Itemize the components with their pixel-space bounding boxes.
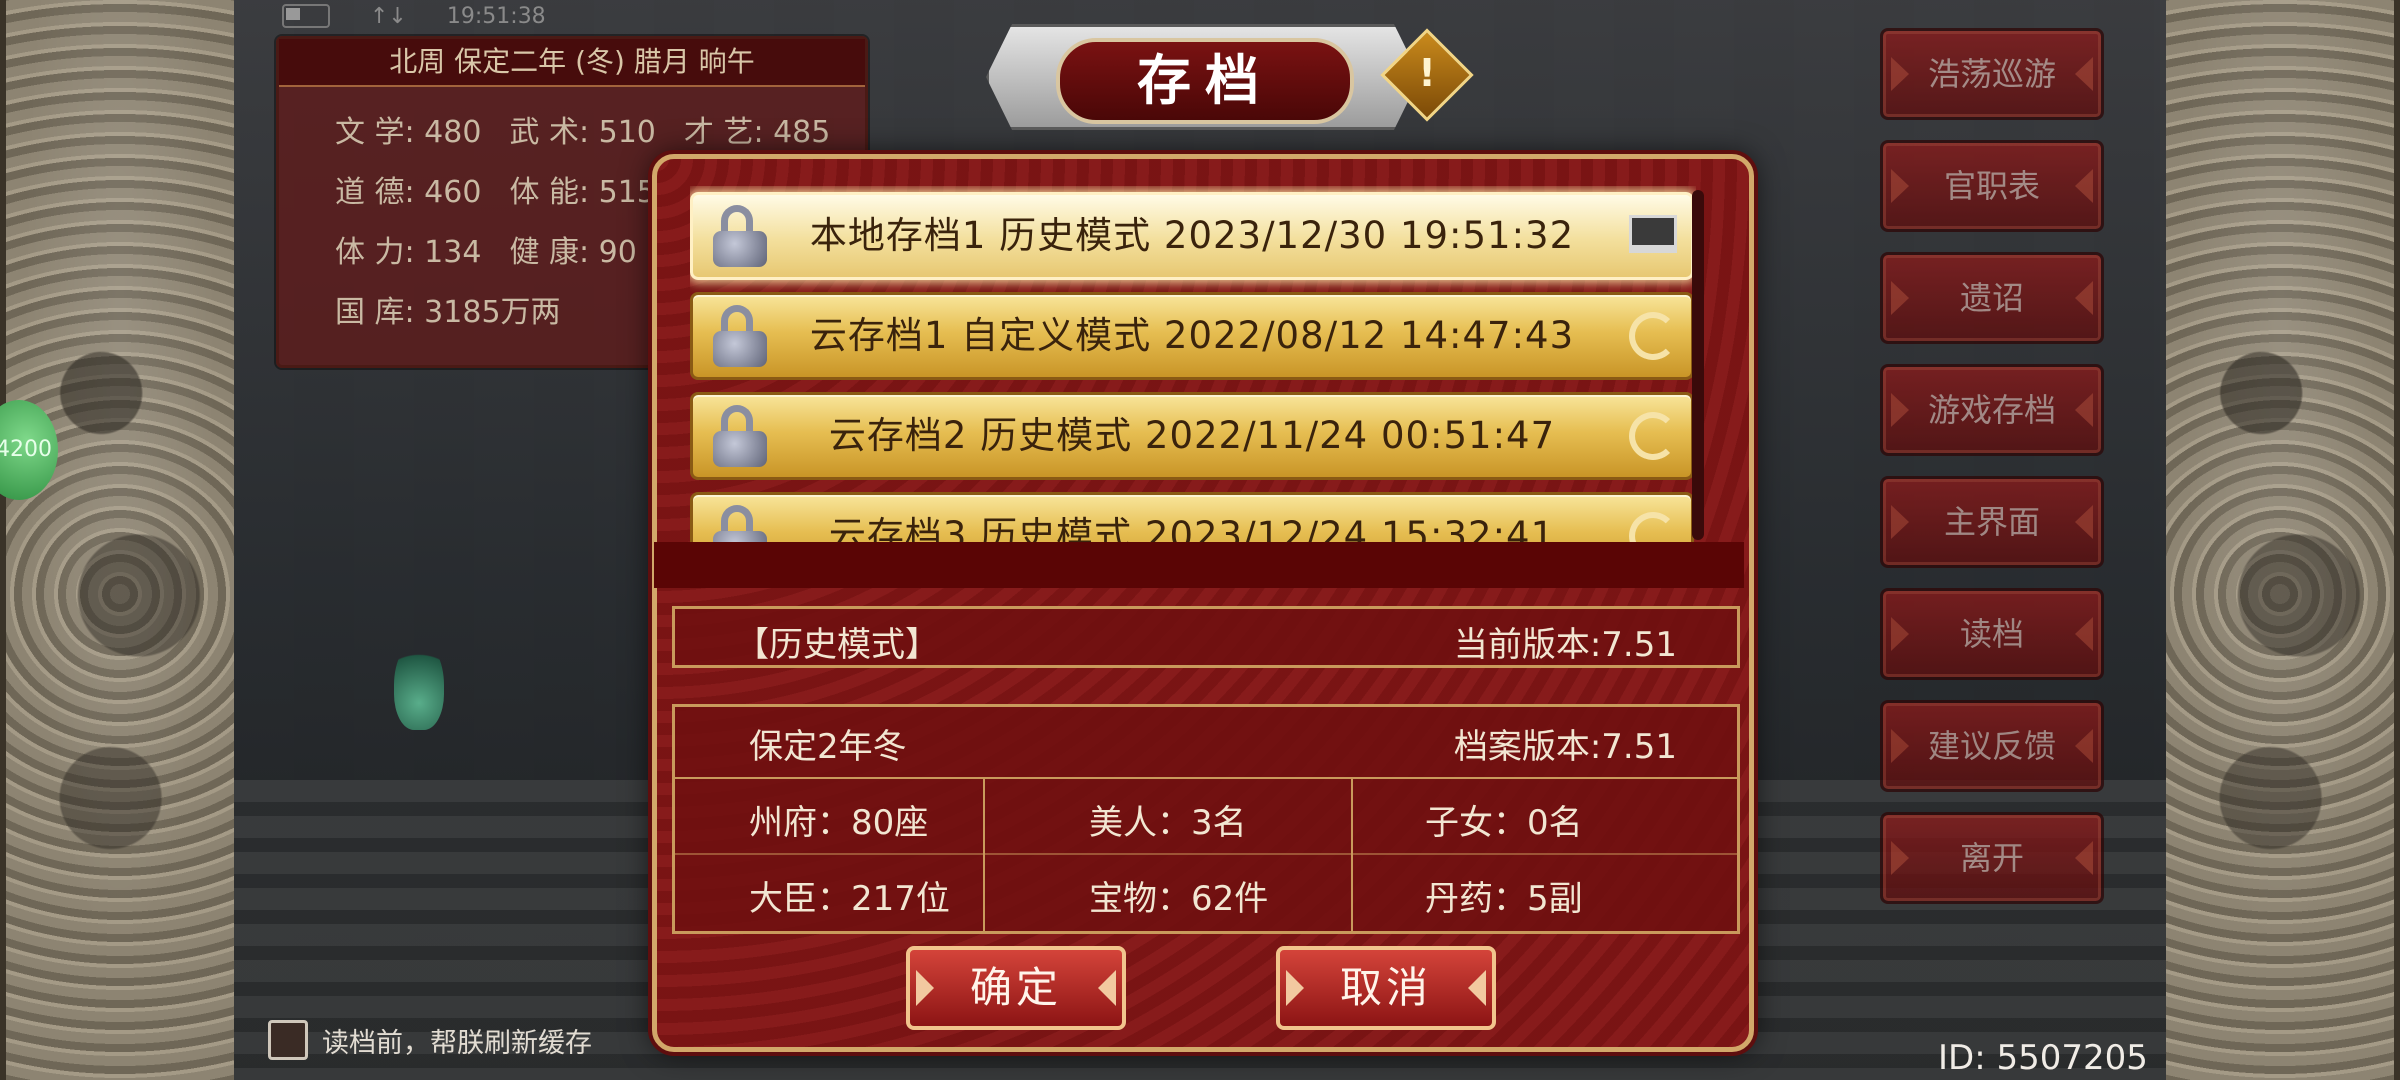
cloud-swirl-icon (1629, 312, 1677, 360)
save-slot-cloud-1[interactable]: 云存档1 自定义模式 2022/08/12 14:47:43 (690, 292, 1694, 380)
unlocked-padlock-icon (711, 205, 769, 267)
menu-main-screen-button[interactable]: 主界面 (1880, 476, 2104, 568)
dialog-divider-band (654, 542, 1744, 588)
stat-morality: 道 德: 460 (335, 175, 482, 210)
menu-tour-button[interactable]: 浩荡巡游 (1880, 28, 2104, 120)
stat-treasury: 国 库: 3185万两 (335, 295, 561, 330)
menu-official-ranks-button[interactable]: 官职表 (1880, 140, 2104, 232)
status-bar: ↑↓ 19:51:38 (282, 2, 546, 30)
save-slot-label: 云存档3 历史模式 2023/12/24 15:32:41 (828, 514, 1556, 542)
cloud-swirl-icon (1629, 412, 1677, 460)
save-slot-label: 本地存档1 历史模式 2023/12/30 19:51:32 (809, 214, 1575, 257)
stats-row-2: 道 德: 460 体 能: 515 (335, 167, 656, 211)
save-version: 档案版本:7.51 (1453, 727, 1677, 767)
save-slot-cloud-2[interactable]: 云存档2 历史模式 2022/11/24 00:51:47 (690, 392, 1694, 480)
slot-list-scrollbar[interactable] (1692, 190, 1704, 540)
right-decor-panel (2160, 0, 2400, 1080)
save-slot-label: 云存档2 历史模式 2022/11/24 00:51:47 (828, 414, 1556, 457)
stat-treasures: 宝物：62件 (1089, 879, 1269, 919)
incense-burner-icon (394, 640, 444, 730)
save-slot-cloud-3[interactable]: 云存档3 历史模式 2023/12/24 15:32:41 (690, 492, 1694, 542)
mode-info-box: 【历史模式】 当前版本:7.51 (672, 606, 1740, 668)
date-title: 北周 保定二年 (冬) 腊月 晌午 (279, 39, 865, 87)
menu-will-button[interactable]: 遗诏 (1880, 252, 2104, 344)
save-date: 保定2年冬 (749, 727, 907, 767)
refresh-cache-label: 读档前，帮朕刷新缓存 (322, 1027, 592, 1059)
details-column-divider (1351, 777, 1353, 931)
stat-literature: 文 学: 480 (335, 115, 482, 150)
stat-beauties: 美人：3名 (1089, 803, 1247, 843)
stat-martial: 武 术: 510 (509, 115, 656, 150)
stat-arts: 才 艺: 485 (683, 115, 831, 150)
save-details-box: 保定2年冬 档案版本:7.51 州府：80座 美人：3名 子女：0名 大臣：21… (672, 704, 1740, 934)
menu-load-button[interactable]: 读档 (1880, 588, 2104, 680)
stats-row-3: 体 力: 134 健 康: 90 (335, 227, 637, 271)
details-divider (675, 853, 1737, 855)
locked-padlock-icon (711, 405, 769, 467)
stat-stamina: 体 力: 134 (335, 235, 482, 270)
clock-time: 19:51:38 (446, 3, 546, 29)
network-activity-icon: ↑↓ (370, 3, 407, 29)
stats-row-4: 国 库: 3185万两 (335, 287, 561, 331)
unlocked-padlock-icon (711, 505, 769, 542)
save-slot-label: 云存档1 自定义模式 2022/08/12 14:47:43 (809, 314, 1575, 357)
stat-elixirs: 丹药：5副 (1425, 879, 1583, 919)
unlocked-padlock-icon (711, 305, 769, 367)
left-decor-panel (0, 0, 240, 1080)
battery-icon (282, 4, 330, 28)
menu-game-save-button[interactable]: 游戏存档 (1880, 364, 2104, 456)
confirm-button[interactable]: 确定 (906, 946, 1126, 1030)
save-slot-list[interactable]: 本地存档1 历史模式 2023/12/30 19:51:32 云存档1 自定义模… (690, 186, 1696, 542)
player-id: ID: 5507205 (1938, 1038, 2148, 1078)
cancel-button[interactable]: 取消 (1276, 946, 1496, 1030)
current-version: 当前版本:7.51 (1453, 625, 1677, 665)
details-divider (675, 777, 1737, 779)
details-column-divider (983, 777, 985, 931)
stat-prefectures: 州府：80座 (749, 803, 929, 843)
refresh-cache-option[interactable]: 读档前，帮朕刷新缓存 (268, 1020, 592, 1060)
cloud-swirl-icon (1629, 512, 1677, 542)
dragon-emblem-icon (26, 150, 214, 960)
dragon-emblem-icon (2186, 150, 2374, 960)
stat-health: 健 康: 90 (509, 235, 637, 270)
stat-physique: 体 能: 515 (509, 175, 656, 210)
stat-children: 子女：0名 (1425, 803, 1583, 843)
menu-exit-button[interactable]: 离开 (1880, 812, 2104, 904)
stats-row-1: 文 学: 480 武 术: 510 才 艺: 485 (335, 107, 830, 151)
save-slot-local-1[interactable]: 本地存档1 历史模式 2023/12/30 19:51:32 (690, 192, 1694, 280)
refresh-cache-checkbox[interactable] (268, 1020, 308, 1060)
stat-ministers: 大臣：217位 (749, 879, 950, 919)
dialog-title: 存档 (1056, 38, 1354, 124)
mode-label: 【历史模式】 (735, 625, 939, 665)
monitor-icon (1629, 215, 1677, 253)
menu-feedback-button[interactable]: 建议反馈 (1880, 700, 2104, 792)
